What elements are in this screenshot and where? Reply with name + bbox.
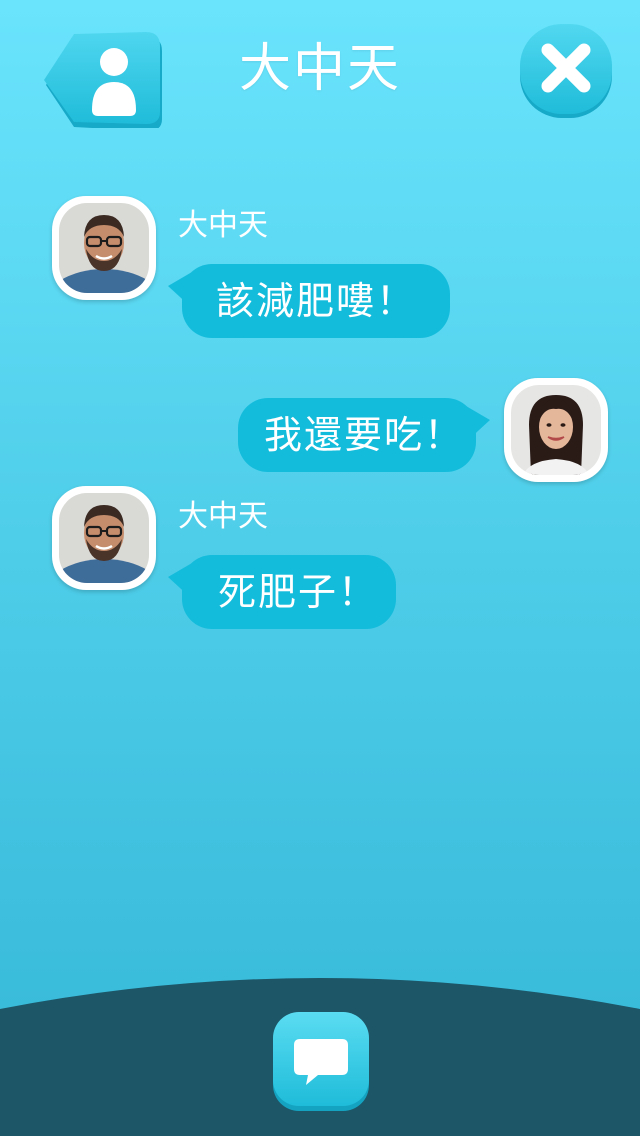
header: 大中天	[0, 0, 640, 140]
avatar-man[interactable]	[52, 196, 156, 300]
close-button[interactable]	[518, 22, 614, 118]
avatar-woman[interactable]	[504, 378, 608, 482]
avatar-man[interactable]	[52, 486, 156, 590]
message-text: 死肥子！	[218, 570, 379, 614]
chat-bubble-icon	[273, 1012, 369, 1111]
compose-message-button[interactable]	[272, 1011, 370, 1111]
message-text: 我還要吃！	[264, 413, 465, 457]
bubble-tail	[168, 563, 192, 599]
message-bubble: 我還要吃！	[238, 398, 490, 472]
message-bubble: 該減肥嘍！	[168, 264, 450, 338]
close-icon	[520, 24, 612, 118]
message-sender: 大中天	[178, 499, 268, 534]
man-avatar	[59, 493, 149, 583]
message-text: 該減肥嘍！	[216, 279, 417, 323]
man-avatar	[59, 203, 149, 293]
bubble-tail	[466, 406, 490, 442]
woman-avatar	[511, 385, 601, 475]
message-sender: 大中天	[178, 208, 268, 243]
message-bubble: 死肥子！	[168, 555, 396, 629]
bubble-tail	[168, 272, 192, 308]
